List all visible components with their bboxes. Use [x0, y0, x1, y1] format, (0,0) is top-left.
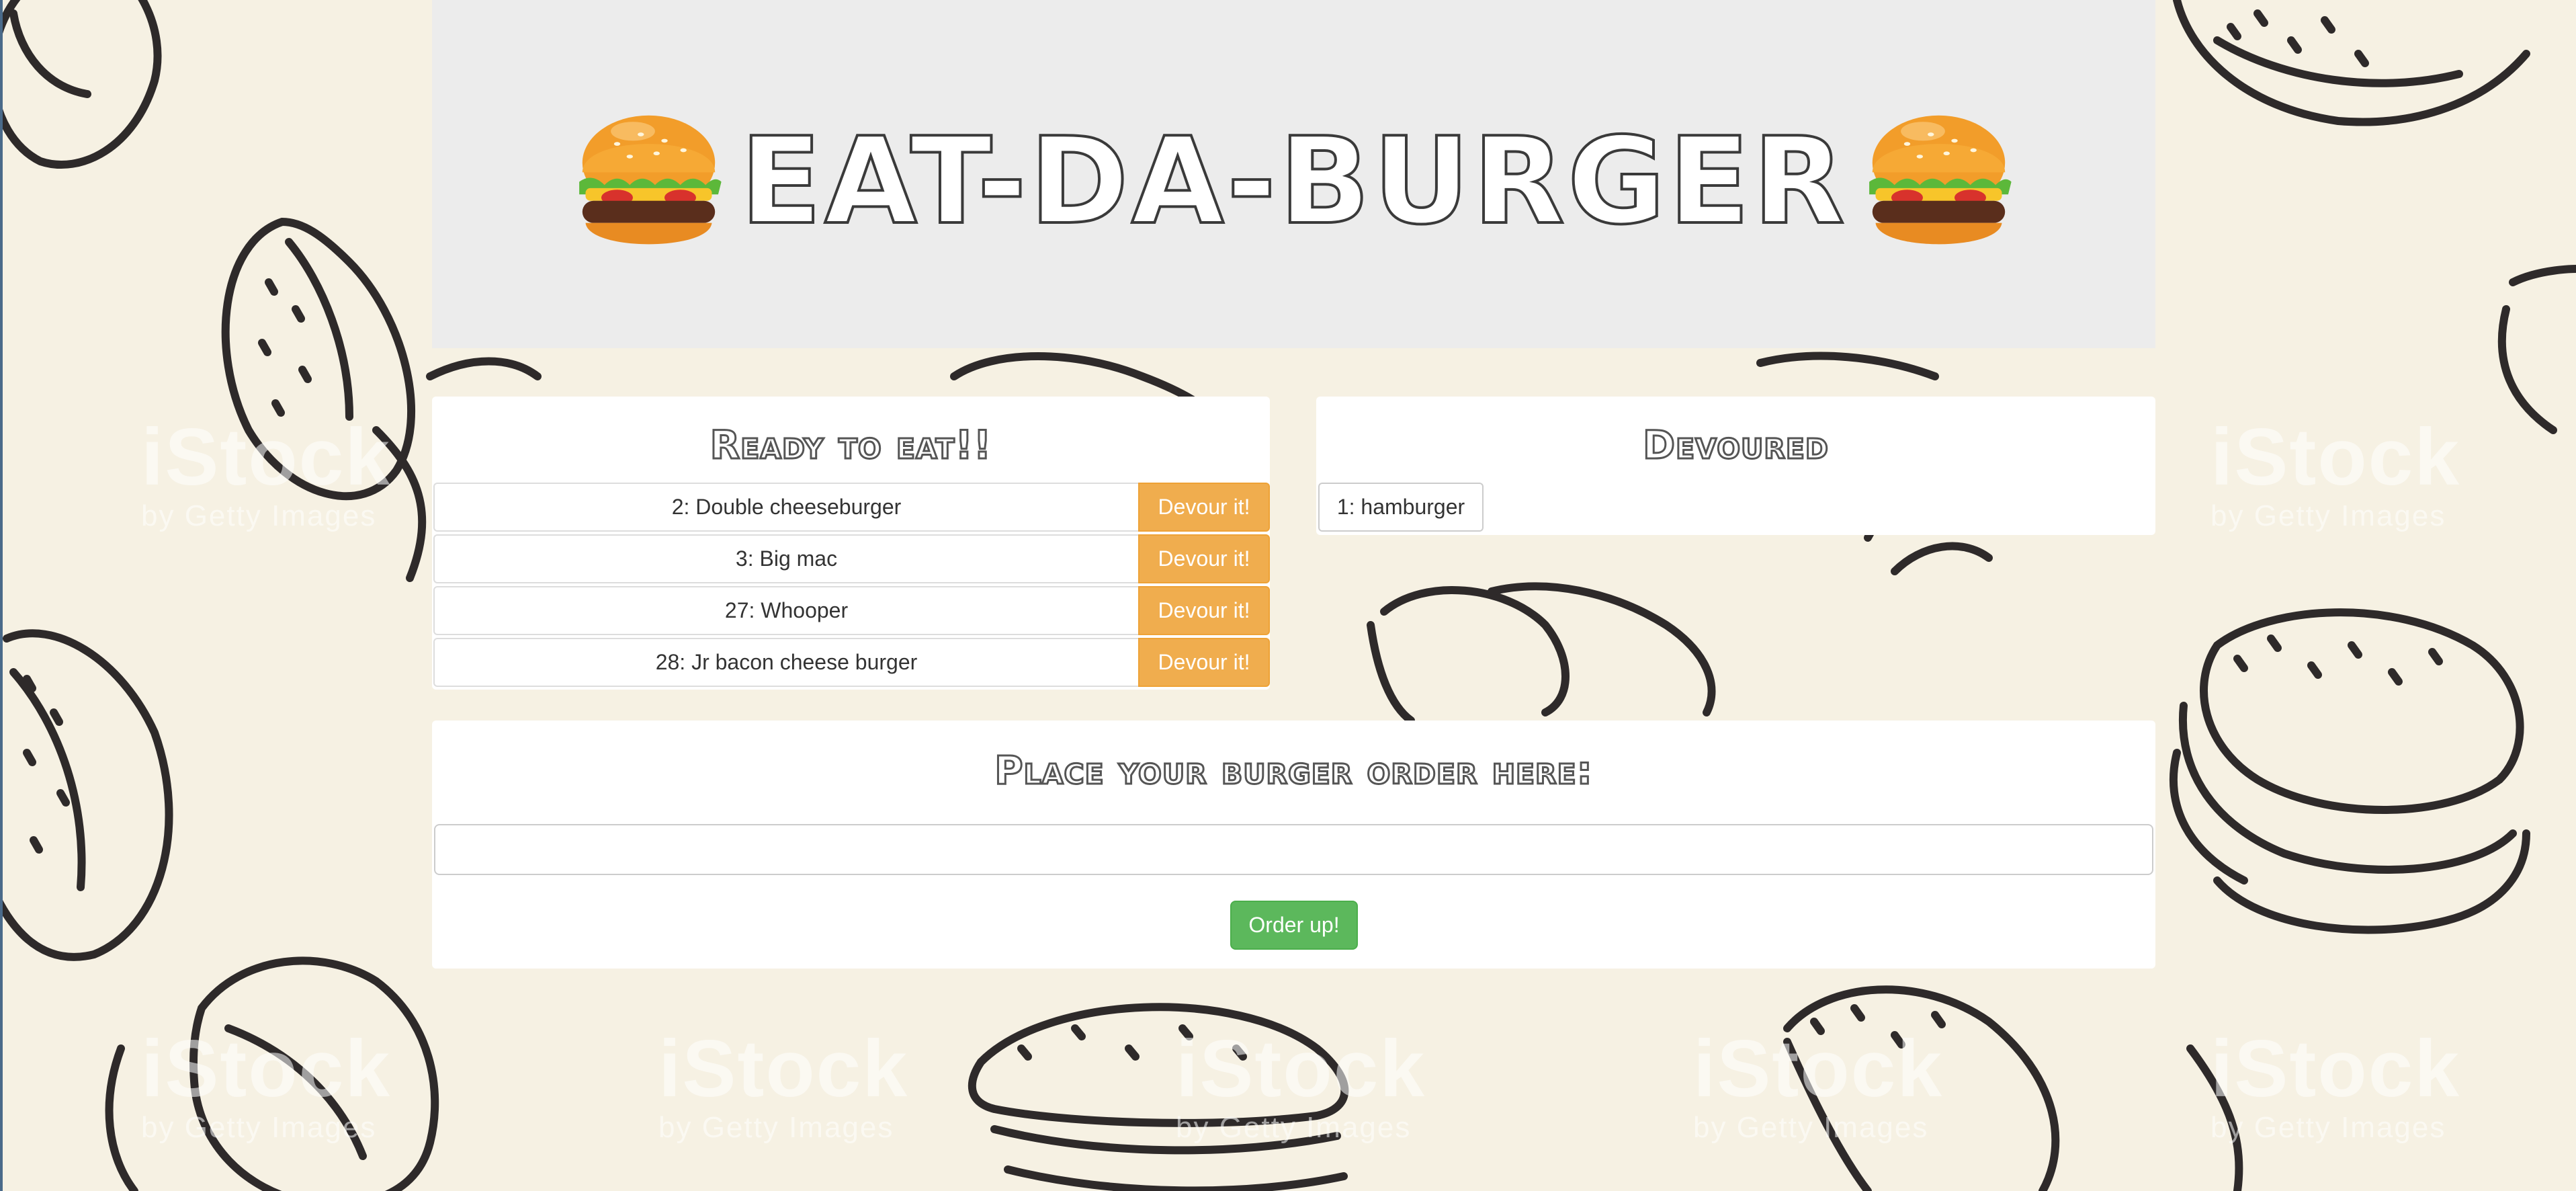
devour-button[interactable]: Devour it!	[1138, 483, 1270, 532]
watermark: iStock by Getty Images	[658, 1024, 909, 1144]
burger-name: 3: Big mac	[433, 534, 1138, 583]
list-item: 3: Big mac Devour it!	[433, 534, 1270, 583]
watermark: iStock by Getty Images	[1176, 1024, 1426, 1144]
watermark: iStock by Getty Images	[141, 1024, 392, 1144]
burger-name-input[interactable]	[434, 824, 2153, 875]
devoured-panel: Devoured 1: hamburger	[1316, 397, 2155, 535]
list-item: 2: Double cheeseburger Devour it!	[433, 483, 1270, 532]
order-form-panel: Place your burger order here: Order up!	[432, 721, 2155, 969]
ready-to-eat-panel: Ready to eat!! 2: Double cheeseburger De…	[432, 397, 1270, 690]
order-heading: Place your burger order here:	[994, 747, 1594, 794]
watermark: iStock by Getty Images	[2210, 412, 2461, 532]
burger-name: 28: Jr bacon cheese burger	[433, 638, 1138, 687]
burger-name: 27: Whooper	[433, 586, 1138, 635]
devour-button[interactable]: Devour it!	[1138, 638, 1270, 687]
hamburger-icon	[579, 115, 722, 244]
devoured-heading: Devoured	[1642, 421, 1830, 469]
devoured-list-item: 1: hamburger	[1318, 483, 1484, 532]
watermark: iStock by Getty Images	[2210, 1024, 2461, 1144]
header-jumbotron: EAT-DA-BURGER	[432, 0, 2155, 348]
site-title: EAT-DA-BURGER	[738, 112, 1848, 251]
list-item: 27: Whooper Devour it!	[433, 586, 1270, 635]
window-edge	[0, 0, 3, 1191]
hamburger-icon	[1869, 115, 2012, 244]
watermark: iStock by Getty Images	[141, 412, 392, 532]
list-item: 28: Jr bacon cheese burger Devour it!	[433, 638, 1270, 687]
header-row: EAT-DA-BURGER	[432, 101, 2155, 262]
devour-button[interactable]: Devour it!	[1138, 586, 1270, 635]
burger-name: 2: Double cheeseburger	[433, 483, 1138, 532]
devour-button[interactable]: Devour it!	[1138, 534, 1270, 583]
order-up-button[interactable]: Order up!	[1230, 901, 1358, 950]
watermark: iStock by Getty Images	[1693, 1024, 1944, 1144]
ready-to-eat-heading: Ready to eat!!	[709, 421, 992, 469]
